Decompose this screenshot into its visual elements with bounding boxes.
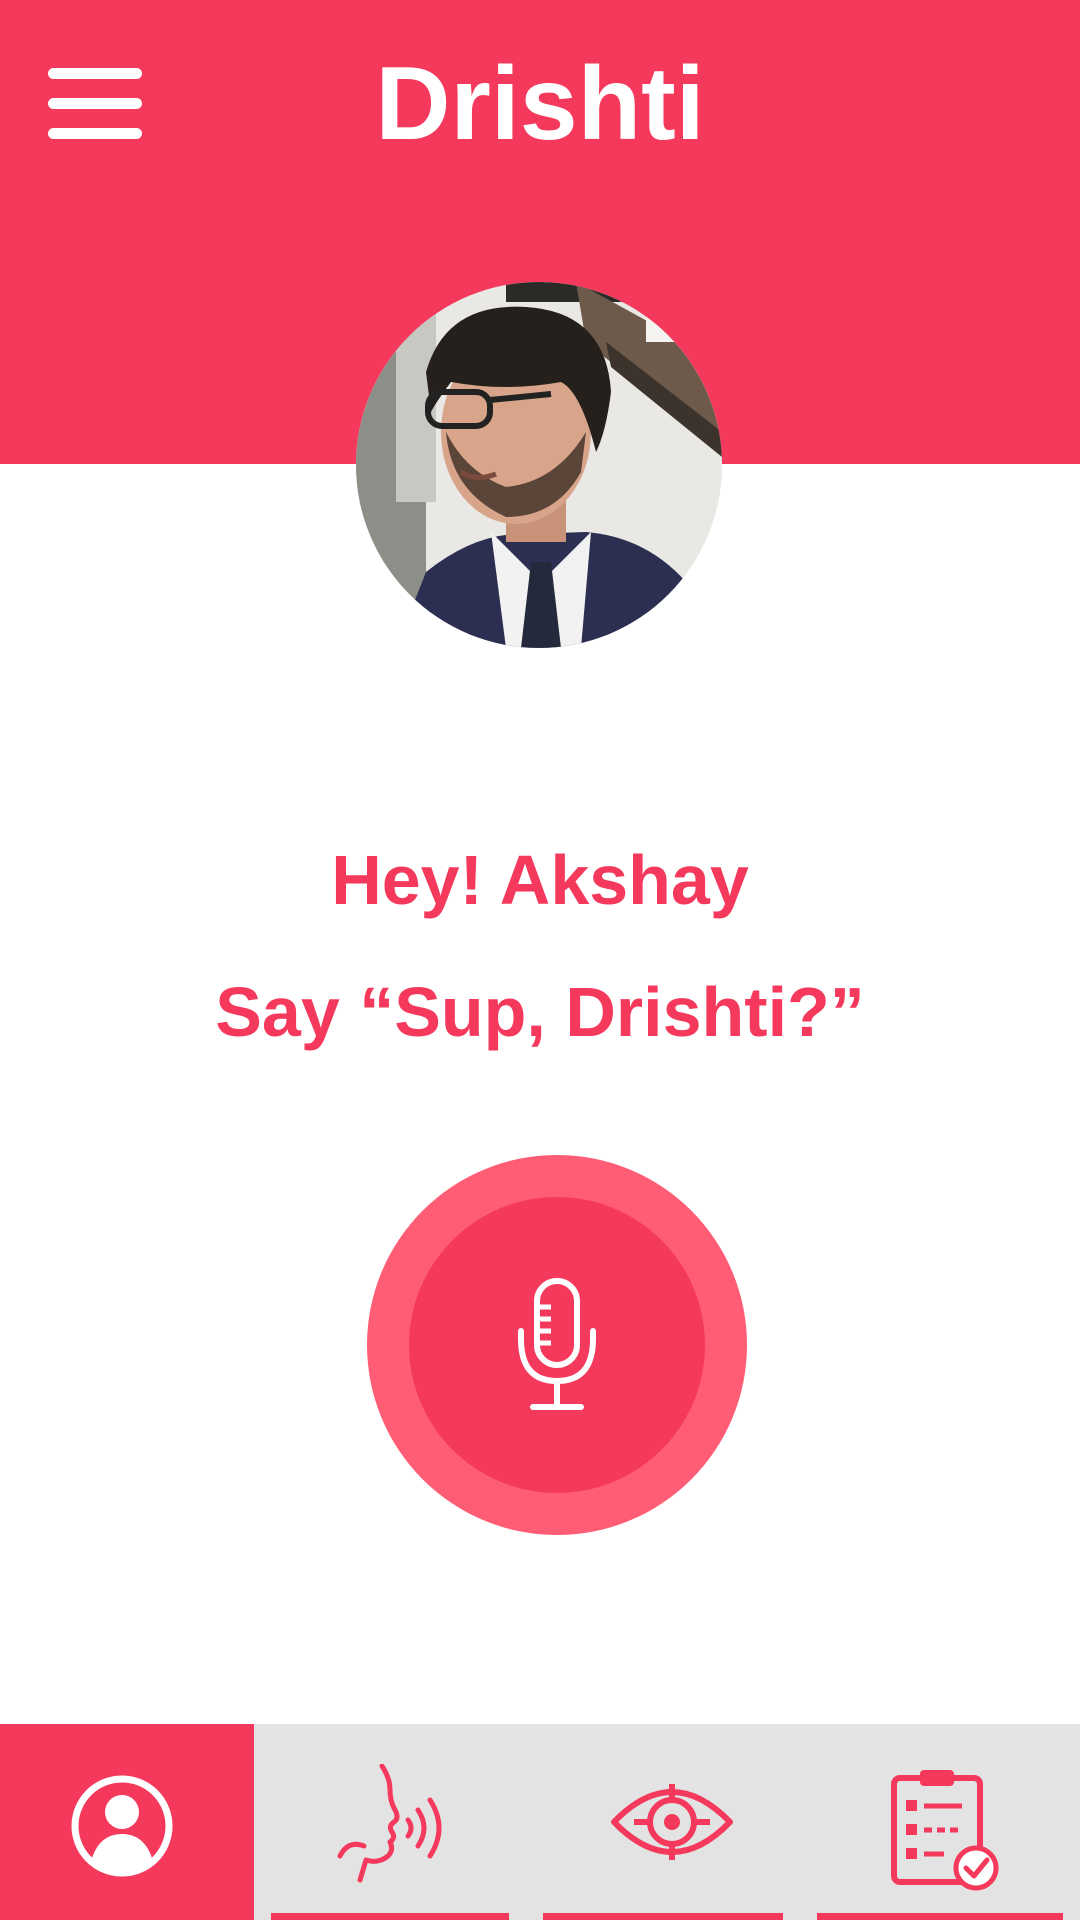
avatar[interactable] [356, 282, 722, 648]
greeting-text: Hey! Akshay [331, 841, 749, 919]
microphone-button-core[interactable] [409, 1197, 705, 1493]
profile-icon [71, 1775, 173, 1877]
eye-target-icon [611, 1784, 733, 1860]
nav-speech[interactable] [254, 1724, 526, 1920]
nav-tasks[interactable] [800, 1724, 1080, 1920]
wake-phrase-prompt: Say “Sup, Drishti?” [215, 973, 865, 1051]
nav-tasks-underline [817, 1913, 1063, 1920]
microphone-button[interactable] [367, 1155, 747, 1535]
user-photo-avatar [356, 282, 722, 648]
nav-vision-underline [543, 1913, 783, 1920]
app-title: Drishti [375, 46, 705, 162]
nav-profile[interactable] [0, 1724, 254, 1920]
microphone-icon [518, 1278, 596, 1410]
nav-speech-underline [271, 1913, 509, 1920]
checklist-icon [891, 1770, 999, 1891]
speech-icon [337, 1764, 442, 1883]
bottom-navigation [0, 1724, 1080, 1920]
nav-vision[interactable] [526, 1724, 800, 1920]
